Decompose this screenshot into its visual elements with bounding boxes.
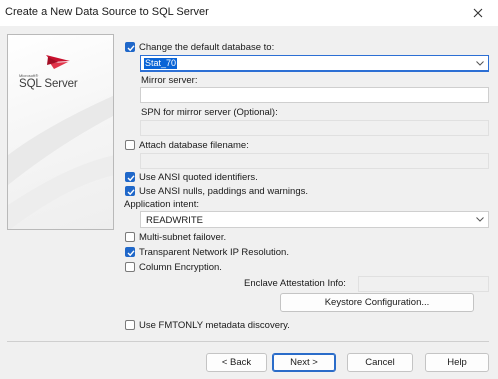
chevron-down-icon <box>476 217 484 222</box>
back-button[interactable]: < Back <box>206 353 267 372</box>
application-intent-value: READWRITE <box>146 215 203 226</box>
title-bar: Create a New Data Source to SQL Server <box>0 0 498 26</box>
enclave-attestation-label: Enclave Attestation Info: <box>244 278 346 289</box>
mirror-server-input[interactable] <box>140 87 489 103</box>
column-encryption-checkbox[interactable] <box>125 262 135 272</box>
chevron-down-icon <box>476 61 484 66</box>
database-selected-text: Stat_70 <box>144 58 178 69</box>
close-icon <box>473 8 483 18</box>
ansi-nulls-label: Use ANSI nulls, paddings and warnings. <box>139 186 308 197</box>
multi-subnet-checkbox[interactable] <box>125 232 135 242</box>
mirror-server-label: Mirror server: <box>141 75 198 86</box>
sql-server-logo-panel: Microsoft® SQL Server <box>7 34 114 230</box>
check-icon <box>127 250 135 257</box>
ansi-nulls-checkbox[interactable] <box>125 186 135 196</box>
close-button[interactable] <box>458 0 498 26</box>
fmtonly-label: Use FMTONLY metadata discovery. <box>139 320 290 331</box>
help-button[interactable]: Help <box>425 353 489 372</box>
spn-input[interactable] <box>140 120 489 136</box>
column-encryption-label: Column Encryption. <box>139 262 222 273</box>
application-intent-select[interactable]: READWRITE <box>140 211 489 228</box>
fmtonly-checkbox[interactable] <box>125 320 135 330</box>
change-db-label: Change the default database to: <box>139 42 275 53</box>
attach-db-checkbox[interactable] <box>125 140 135 150</box>
check-icon <box>127 45 135 52</box>
sql-server-logo-icon <box>46 55 70 69</box>
ansi-quoted-checkbox[interactable] <box>125 172 135 182</box>
cancel-button[interactable]: Cancel <box>347 353 413 372</box>
footer-separator <box>7 341 489 342</box>
transparent-ip-label: Transparent Network IP Resolution. <box>139 247 289 258</box>
keystore-configuration-button[interactable]: Keystore Configuration... <box>280 293 474 312</box>
change-db-checkbox[interactable] <box>125 42 135 52</box>
application-intent-label: Application intent: <box>124 199 199 210</box>
check-icon <box>127 175 135 182</box>
database-combo[interactable]: Stat_70 <box>140 55 489 72</box>
window-title: Create a New Data Source to SQL Server <box>5 6 209 18</box>
attach-db-label: Attach database filename: <box>139 140 249 151</box>
enclave-attestation-input[interactable] <box>358 276 489 292</box>
attach-db-input[interactable] <box>140 153 489 169</box>
multi-subnet-label: Multi-subnet failover. <box>139 232 227 243</box>
ansi-quoted-label: Use ANSI quoted identifiers. <box>139 172 258 183</box>
spn-label: SPN for mirror server (Optional): <box>141 107 278 118</box>
next-button[interactable]: Next > <box>272 353 336 372</box>
logo-product-text: SQL Server <box>19 78 78 90</box>
transparent-ip-checkbox[interactable] <box>125 247 135 257</box>
check-icon <box>127 189 135 196</box>
